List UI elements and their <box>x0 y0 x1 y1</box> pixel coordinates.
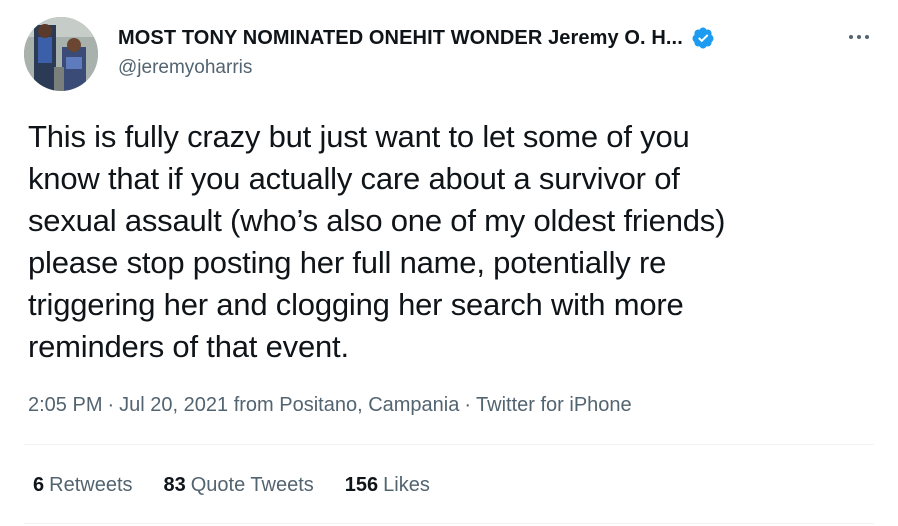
divider <box>24 523 874 524</box>
likes-stat[interactable]: 156 Likes <box>345 474 430 497</box>
tweet-stats: 6 Retweets 83 Quote Tweets 156 Likes <box>33 474 461 497</box>
divider <box>24 444 874 445</box>
tweet-text-line: This is fully crazy but just want to let… <box>28 119 690 154</box>
avatar[interactable] <box>24 17 98 91</box>
meta-separator: · <box>464 394 472 416</box>
tweet-meta: 2:05 PM · Jul 20, 2021 from Positano, Camp… <box>28 394 632 417</box>
author-handle[interactable]: @jeremyoharris <box>118 57 252 79</box>
quote-tweets-label: Quote Tweets <box>190 474 314 496</box>
tweet-text-line: sexual assault (who’s also one of my old… <box>28 203 726 238</box>
retweets-label: Retweets <box>49 474 133 496</box>
retweets-stat[interactable]: 6 Retweets <box>33 474 133 497</box>
quote-tweets-stat[interactable]: 83 Quote Tweets <box>164 474 314 497</box>
tweet-timestamp[interactable]: 2:05 PM · Jul 20, 2021 <box>28 394 228 416</box>
likes-count: 156 <box>344 474 379 496</box>
tweet-card: MOST TONY NOMINATED ONEHIT WONDER Jeremy… <box>0 0 898 526</box>
likes-label: Likes <box>383 474 430 496</box>
author-display-name[interactable]: MOST TONY NOMINATED ONEHIT WONDER Jeremy… <box>118 27 683 50</box>
more-options-icon[interactable] <box>845 25 873 49</box>
meta-separator: · <box>107 394 115 416</box>
quote-tweets-count: 83 <box>163 474 186 496</box>
tweet-date: Jul 20, 2021 <box>119 394 229 416</box>
author-name-row[interactable]: MOST TONY NOMINATED ONEHIT WONDER Jeremy… <box>118 26 715 50</box>
tweet-location[interactable]: from Positano, Campania <box>234 394 460 416</box>
tweet-text-line: know that if you actually care about a s… <box>28 161 680 196</box>
avatar-image <box>24 17 98 91</box>
verified-badge-icon <box>691 26 715 50</box>
tweet-time: 2:05 PM <box>28 394 103 416</box>
tweet-text-line: reminders of that event. <box>28 329 349 364</box>
tweet-text-line: triggering her and clogging her search w… <box>28 287 684 322</box>
tweet-text-line: please stop posting her full name, poten… <box>28 245 667 280</box>
retweets-count: 6 <box>33 474 45 496</box>
tweet-source[interactable]: Twitter for iPhone <box>476 394 632 416</box>
tweet-text: This is fully crazy but just want to let… <box>28 116 858 368</box>
